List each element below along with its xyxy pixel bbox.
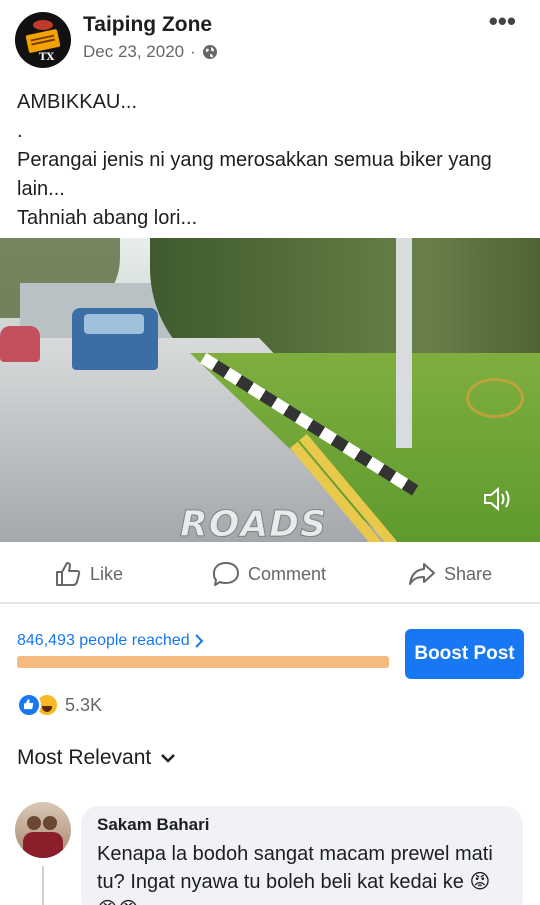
post-header: TX Taiping Zone Dec 23, 2020 · ••• bbox=[0, 0, 540, 80]
reach-progress-fill bbox=[17, 656, 389, 668]
post-meta: Dec 23, 2020 · bbox=[83, 42, 218, 62]
avatar-logo-tag bbox=[25, 28, 61, 54]
share-label: Share bbox=[444, 563, 493, 584]
commenter-avatar[interactable] bbox=[15, 802, 71, 858]
globe-icon bbox=[202, 45, 217, 59]
like-button[interactable]: Like bbox=[54, 558, 123, 590]
comment-label: Comment bbox=[248, 563, 327, 584]
page-name[interactable]: Taiping Zone bbox=[83, 13, 212, 37]
video-car-red bbox=[0, 326, 40, 362]
thread-line bbox=[42, 866, 44, 905]
people-reached-link[interactable]: 846,493 people reached bbox=[17, 632, 204, 650]
sort-label: Most Relevant bbox=[17, 746, 152, 769]
thumbs-up-icon bbox=[56, 562, 81, 586]
avatar-logo-mark: TX bbox=[39, 52, 55, 63]
post-text: AMBIKKAU... . Perangai jenis ni yang mer… bbox=[17, 88, 522, 233]
comment-text: Kenapa la bodoh sangat macam prewel mati… bbox=[97, 843, 493, 905]
volume-icon[interactable] bbox=[482, 486, 512, 512]
comment-bubble: Sakam Bahari Kenapa la bodoh sangat maca… bbox=[81, 806, 523, 905]
video-pole bbox=[396, 238, 412, 448]
post-text-line: AMBIKKAU... bbox=[17, 91, 138, 113]
share-button[interactable]: Share bbox=[408, 558, 492, 590]
boost-post-button[interactable]: Boost Post bbox=[405, 629, 524, 679]
comment-icon bbox=[213, 562, 239, 586]
comment-button[interactable]: Comment bbox=[212, 558, 326, 590]
like-reaction-icon bbox=[17, 693, 41, 717]
post-video[interactable]: ROADS bbox=[0, 238, 540, 542]
meta-separator: · bbox=[190, 42, 196, 61]
people-reached-label: 846,493 people reached bbox=[17, 632, 190, 649]
post-actions: Like Comment Share bbox=[0, 548, 540, 600]
divider bbox=[0, 602, 540, 604]
like-label: Like bbox=[90, 563, 124, 584]
reaction-count: 5.3K bbox=[65, 694, 103, 715]
post-text-line: Tahniah abang lori... bbox=[17, 207, 198, 229]
avatar-logo-blob bbox=[33, 20, 53, 30]
comment-sort-dropdown[interactable]: Most Relevant bbox=[17, 746, 176, 770]
share-icon bbox=[409, 563, 435, 585]
chevron-right-icon bbox=[194, 634, 204, 648]
commenter-name[interactable]: Sakam Bahari bbox=[97, 814, 507, 836]
post-date[interactable]: Dec 23, 2020 bbox=[83, 42, 184, 62]
video-bicycle bbox=[466, 378, 524, 418]
chevron-down-icon bbox=[161, 754, 176, 763]
page-avatar[interactable]: TX bbox=[15, 12, 71, 68]
video-lorry bbox=[72, 308, 158, 370]
post-text-line: . bbox=[17, 120, 23, 142]
video-watermark: ROADS bbox=[180, 504, 327, 543]
reach-progress-bar bbox=[17, 656, 389, 668]
post-text-line: Perangai jenis ni yang merosakkan semua … bbox=[17, 149, 492, 200]
reactions-summary[interactable]: 5.3K bbox=[17, 692, 102, 718]
more-options-icon[interactable]: ••• bbox=[489, 8, 516, 34]
